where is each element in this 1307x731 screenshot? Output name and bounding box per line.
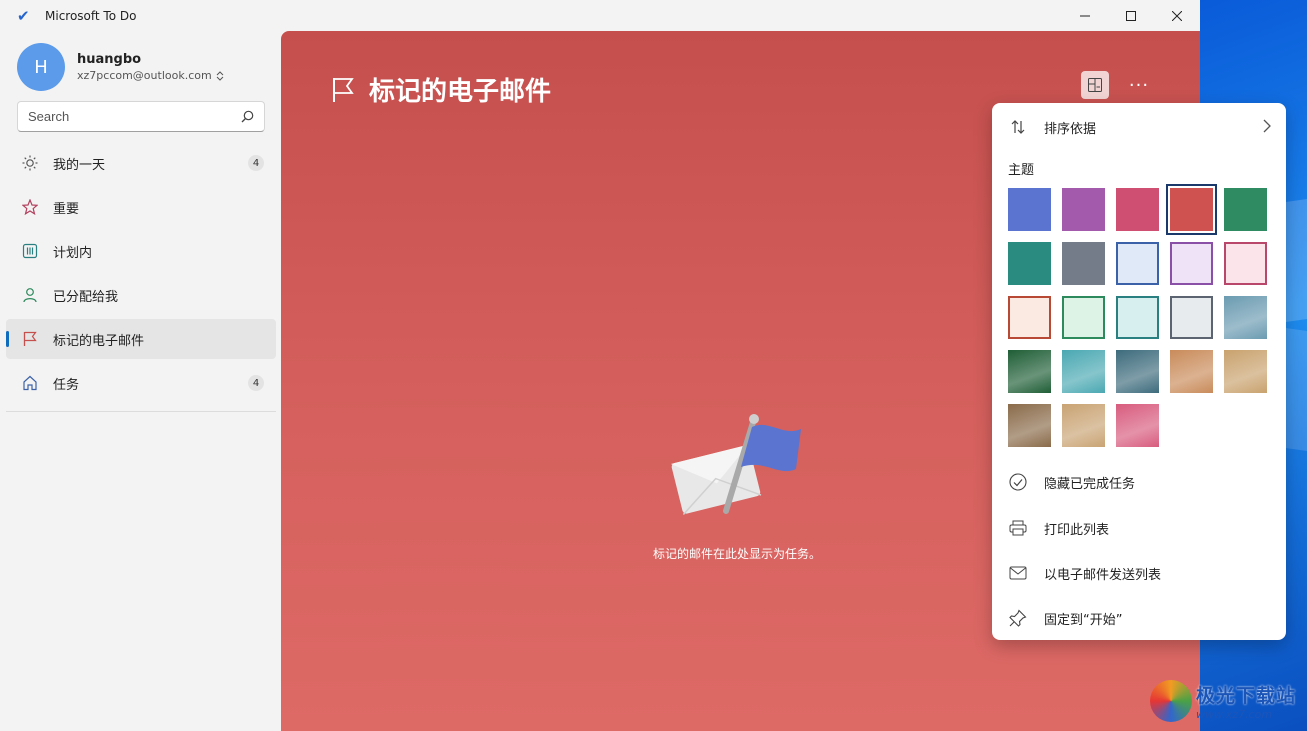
theme-swatch-light-blue[interactable] [1116,242,1159,285]
flag-icon [333,77,354,102]
close-icon [1172,10,1182,21]
person-icon [20,287,40,303]
theme-swatch-photo-lighthouse[interactable] [1008,404,1051,447]
sidebar-item-label: 已分配给我 [53,289,119,305]
flagged-email-illustration [670,414,801,515]
sidebar-item-flagged-email[interactable]: 标记的电子邮件 [6,319,276,359]
pin-icon [1008,609,1028,627]
nav-divider [6,411,276,412]
account-email: xz7pccom@outlook.com [77,69,212,82]
theme-swatch-green[interactable] [1224,188,1267,231]
page-title: 标记的电子邮件 [369,77,552,107]
sort-by-label: 排序依据 [1044,121,1097,137]
list-options-menu: 排序依据 主题 隐藏已完成任务 打印此列表 以电子邮件发送列表 固定到“开始” [992,103,1286,640]
theme-swatch-photo-desert[interactable] [1224,350,1267,393]
minimize-button[interactable] [1062,0,1108,31]
pin-to-start-menu-item[interactable]: 固定到“开始” [992,598,1286,638]
sidebar: H huangbo xz7pccom@outlook.com Search 我的… [0,31,281,731]
mail-icon [1008,566,1028,580]
theme-swatch-teal[interactable] [1008,242,1051,285]
theme-swatch-light-gray[interactable] [1170,296,1213,339]
hide-completed-menu-item[interactable]: 隐藏已完成任务 [992,462,1286,502]
site-watermark: 极光下载站 www.xz7.com [1150,676,1300,726]
theme-swatch-photo-fern[interactable] [1008,350,1051,393]
sidebar-item-planned[interactable]: 计划内 [6,231,276,271]
chevron-right-icon [1263,119,1271,133]
window-controls [1062,0,1200,31]
layout-toggle-button[interactable] [1081,71,1109,99]
sidebar-item-assigned[interactable]: 已分配给我 [6,275,276,315]
theme-swatch-light-purple[interactable] [1170,242,1213,285]
theme-swatch-pink[interactable] [1116,188,1159,231]
hide-completed-label: 隐藏已完成任务 [1044,476,1136,492]
theme-swatch-light-orange[interactable] [1008,296,1051,339]
theme-swatch-photo-tower[interactable] [1224,296,1267,339]
sidebar-item-label: 任务 [53,377,80,393]
sidebar-item-label: 计划内 [53,245,93,261]
close-button[interactable] [1154,0,1200,31]
theme-section-label: 主题 [1008,163,1035,178]
todo-check-icon: ✔ [17,6,30,25]
star-icon [20,199,40,215]
sidebar-item-label: 重要 [53,201,80,217]
theme-swatch-photo-field[interactable] [1062,404,1105,447]
account-name: huangbo [77,52,142,67]
print-list-label: 打印此列表 [1044,522,1110,538]
print-list-menu-item[interactable]: 打印此列表 [992,508,1286,548]
theme-swatch-photo-beach[interactable] [1062,350,1105,393]
search-icon[interactable] [241,110,254,123]
theme-swatch-light-pink[interactable] [1224,242,1267,285]
theme-swatch-red[interactable] [1166,184,1217,235]
flag-icon [20,331,40,347]
maximize-icon [1126,10,1136,21]
count-badge: 4 [248,375,264,391]
watermark-logo-icon [1150,680,1192,722]
theme-swatch-photo-pink-abstract[interactable] [1116,404,1159,447]
sidebar-item-my-day[interactable]: 我的一天 4 [6,143,276,183]
count-badge: 4 [248,155,264,171]
account-email-row[interactable]: xz7pccom@outlook.com [77,69,224,82]
layout-icon [1088,78,1102,92]
sidebar-item-label: 标记的电子邮件 [53,333,145,349]
theme-swatch-light-green[interactable] [1062,296,1105,339]
theme-swatch-photo-mountains[interactable] [1116,350,1159,393]
sidebar-item-important[interactable]: 重要 [6,187,276,227]
nav-list: 我的一天 4 重要 计划内 已分配给我 标记的电子邮件 任务 4 [6,143,276,407]
theme-swatch-light-teal[interactable] [1116,296,1159,339]
title-bar: ✔ Microsoft To Do [0,0,1200,31]
account-profile[interactable]: H huangbo xz7pccom@outlook.com [17,43,224,91]
sun-icon [20,155,40,171]
sidebar-item-label: 我的一天 [53,157,106,173]
theme-swatch-blue[interactable] [1008,188,1051,231]
empty-state-message: 标记的邮件在此处显示为任务。 [652,547,821,561]
pin-to-start-label: 固定到“开始” [1044,612,1123,628]
theme-swatch-gray[interactable] [1062,242,1105,285]
watermark-title: 极光下载站 [1196,685,1297,707]
home-icon [20,375,40,391]
sort-arrows-icon [1008,119,1028,135]
sidebar-item-tasks[interactable]: 任务 4 [6,363,276,403]
maximize-button[interactable] [1108,0,1154,31]
theme-swatch-purple[interactable] [1062,188,1105,231]
email-list-menu-item[interactable]: 以电子邮件发送列表 [992,553,1286,593]
more-icon: ··· [1128,74,1150,96]
chevron-up-down-icon [216,70,224,81]
sort-by-menu-item[interactable]: 排序依据 [992,107,1286,147]
email-list-label: 以电子邮件发送列表 [1044,567,1162,583]
minimize-icon [1080,15,1090,16]
search-input[interactable] [28,109,228,124]
more-options-button[interactable]: ··· [1125,71,1153,99]
search-box[interactable] [17,101,265,132]
calendar-grid-icon [20,243,40,259]
avatar[interactable]: H [17,43,65,91]
window-title: Microsoft To Do [45,8,137,23]
printer-icon [1008,520,1028,536]
theme-swatch-photo-sunset[interactable] [1170,350,1213,393]
watermark-url: www.xz7.com [1196,708,1273,721]
check-circle-icon [1008,473,1028,491]
list-header: 标记的电子邮件 [331,71,551,108]
